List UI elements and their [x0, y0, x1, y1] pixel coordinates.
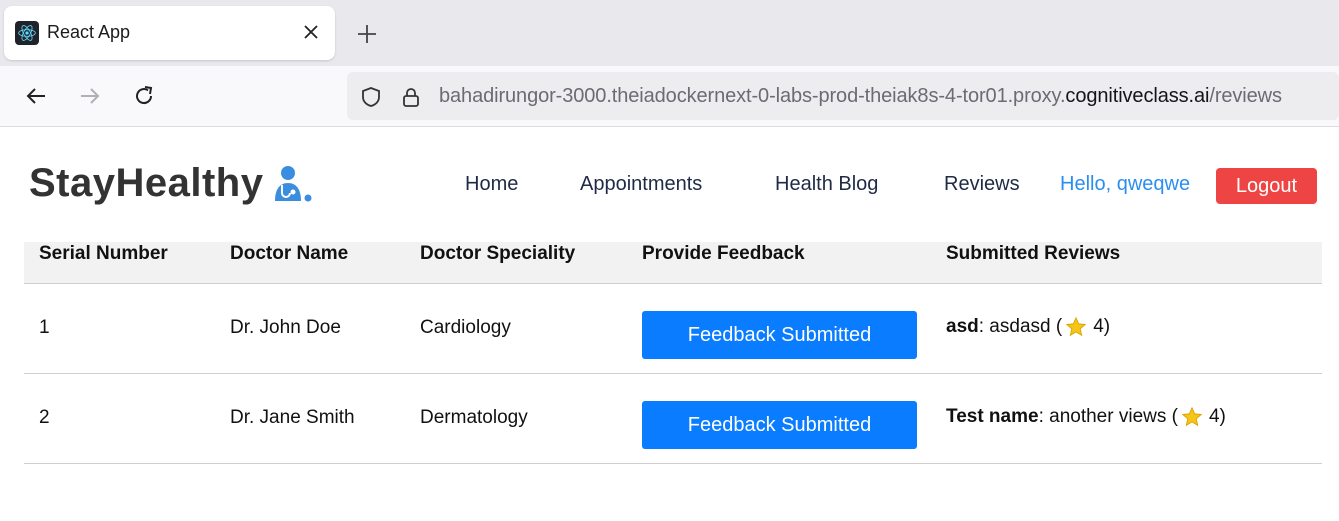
forward-arrow-icon[interactable] — [74, 80, 106, 112]
feedback-submitted-button[interactable]: Feedback Submitted — [642, 401, 917, 449]
plus-icon[interactable] — [353, 20, 381, 48]
doctor-name-cell: Dr. John Doe — [230, 317, 341, 338]
review-text: : another views ( — [1038, 406, 1178, 427]
user-greeting: Hello, qweqwe — [1060, 173, 1191, 195]
review-cell: asd : asdasd ( 4) — [946, 316, 1110, 338]
review-cell: Test name : another views ( 4) — [946, 406, 1226, 428]
doctor-name-cell: Dr. Jane Smith — [230, 407, 355, 428]
tab-title: React App — [47, 22, 131, 42]
tab-strip: React App — [0, 0, 1339, 66]
brand-name: StayHealthy — [29, 161, 264, 205]
url-text[interactable]: bahadirungor-3000.theiadockernext-0-labs… — [439, 85, 1282, 108]
col-provide-feedback: Provide Feedback — [642, 243, 805, 264]
react-favicon-icon — [15, 21, 39, 45]
star-icon — [1181, 406, 1203, 428]
url-path: /reviews — [1209, 85, 1282, 107]
reviews-table: Serial Number Doctor Name Doctor Special… — [24, 242, 1322, 464]
table-row: 2 Dr. Jane Smith Dermatology Feedback Su… — [24, 374, 1322, 464]
back-arrow-icon[interactable] — [20, 80, 52, 112]
review-text: : asdasd ( — [978, 316, 1063, 337]
col-doctor-name: Doctor Name — [230, 243, 349, 264]
rating-value: 4) — [1208, 406, 1226, 427]
url-prefix: bahadirungor-3000.theiadockernext-0-labs… — [439, 85, 1066, 107]
nav-home[interactable]: Home — [465, 173, 518, 196]
reviewer-name: asd — [946, 316, 979, 337]
table-header: Serial Number Doctor Name Doctor Special… — [24, 242, 1322, 284]
speciality-cell: Cardiology — [420, 317, 511, 338]
serial-cell: 1 — [39, 317, 50, 338]
col-serial-number: Serial Number — [39, 243, 168, 264]
lock-icon[interactable] — [399, 85, 423, 109]
table-row: 1 Dr. John Doe Cardiology Feedback Submi… — [24, 284, 1322, 374]
brand[interactable]: StayHealthy — [29, 161, 313, 206]
col-doctor-speciality: Doctor Speciality — [420, 243, 576, 264]
url-domain: cognitiveclass.ai — [1065, 85, 1210, 107]
feedback-submitted-button[interactable]: Feedback Submitted — [642, 311, 917, 359]
browser-tab[interactable]: React App — [4, 6, 335, 60]
browser-toolbar: bahadirungor-3000.theiadockernext-0-labs… — [0, 66, 1339, 127]
reviewer-name: Test name — [946, 406, 1039, 427]
star-icon — [1065, 316, 1087, 338]
reload-icon[interactable] — [128, 80, 160, 112]
close-icon[interactable] — [299, 20, 323, 44]
shield-icon[interactable] — [359, 85, 383, 109]
speciality-cell: Dermatology — [420, 407, 528, 428]
serial-cell: 2 — [39, 407, 50, 428]
logout-button[interactable]: Logout — [1216, 168, 1317, 204]
rating-value: 4) — [1093, 316, 1111, 337]
nav-health-blog[interactable]: Health Blog — [775, 173, 878, 196]
doctor-icon — [271, 163, 313, 205]
address-bar[interactable]: bahadirungor-3000.theiadockernext-0-labs… — [347, 72, 1339, 120]
nav-reviews[interactable]: Reviews — [944, 173, 1020, 196]
nav-appointments[interactable]: Appointments — [580, 173, 702, 196]
col-submitted-reviews: Submitted Reviews — [946, 243, 1121, 264]
page-content: StayHealthy Home Appointments Health Blo… — [0, 127, 1339, 521]
